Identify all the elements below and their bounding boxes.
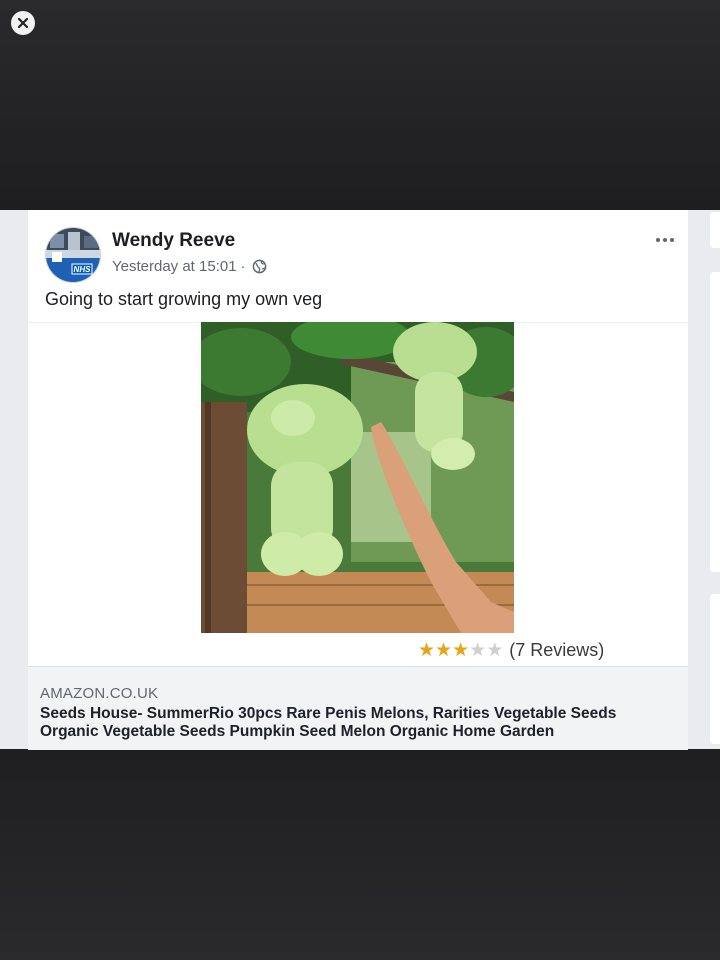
star-filled-icon: ★ [452, 640, 470, 661]
link-title[interactable]: Seeds House- SummerRio 30pcs Rare Penis … [40, 705, 670, 741]
more-horizontal-icon[interactable] [656, 236, 678, 244]
close-button[interactable] [11, 11, 35, 35]
star-empty-icon: ★ [486, 640, 504, 661]
avatar-badge-text: NHS [74, 265, 92, 274]
author-name[interactable]: Wendy Reeve [112, 230, 235, 252]
adjacent-card [710, 272, 720, 572]
product-photo[interactable] [201, 322, 514, 633]
viewer-backdrop-top [0, 0, 720, 210]
star-filled-icon: ★ [418, 640, 436, 661]
adjacent-card [710, 212, 720, 248]
star-empty-icon: ★ [469, 640, 487, 661]
close-icon [17, 17, 29, 29]
timestamp[interactable]: Yesterday at 15:01 [112, 258, 237, 275]
product-rating: ★ ★ ★ ★ ★ (7 Reviews) [418, 640, 604, 661]
post-meta: Yesterday at 15:01 · [112, 257, 267, 275]
meta-separator: · [240, 257, 246, 275]
adjacent-card [710, 594, 720, 744]
post-text: Going to start growing my own veg [45, 289, 323, 309]
globe-icon [252, 259, 266, 273]
link-preview[interactable]: AMAZON.CO.UK Seeds House- SummerRio 30pc… [28, 666, 688, 750]
post-card: NHS Wendy Reeve Yesterday at 15:01 · Goi… [28, 210, 688, 750]
link-domain: AMAZON.CO.UK [40, 685, 159, 702]
viewer-backdrop-bottom [0, 749, 720, 960]
reviews-count: (7 Reviews) [509, 640, 605, 660]
star-filled-icon: ★ [435, 640, 453, 661]
rating-stars: ★ ★ ★ ★ ★ [418, 641, 503, 660]
avatar[interactable]: NHS [45, 227, 101, 283]
